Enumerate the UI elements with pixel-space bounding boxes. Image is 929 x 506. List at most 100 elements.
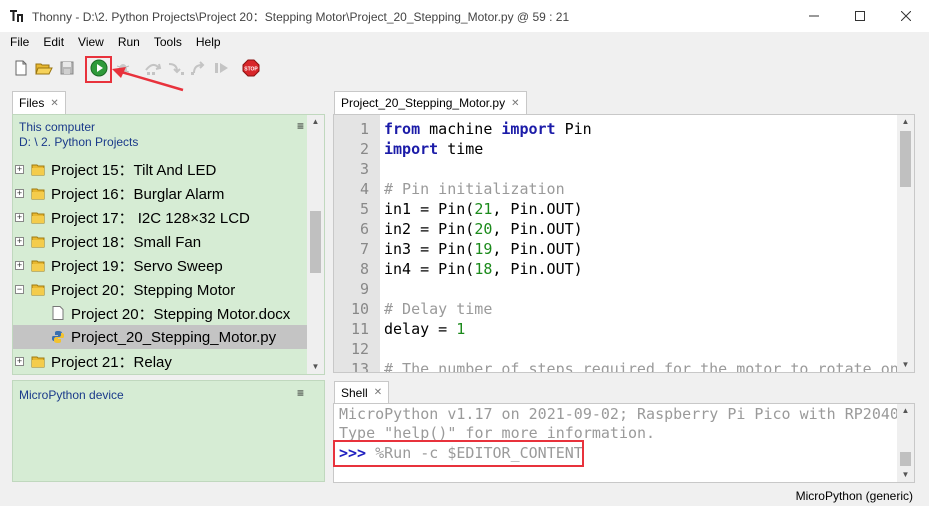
interpreter-label[interactable]: MicroPython (generic) (796, 489, 913, 503)
code-line[interactable]: in4 = Pin(18, Pin.OUT) (384, 259, 583, 279)
code-line[interactable]: # Delay time (384, 299, 492, 319)
save-button[interactable] (57, 58, 77, 78)
maximize-button[interactable] (837, 0, 883, 32)
tree-item[interactable]: + Project 21：Relay (13, 349, 309, 373)
tree-item[interactable]: Project 20：Stepping Motor.docx (13, 301, 309, 325)
line-number: 12 (350, 340, 369, 358)
code-token: Pin (555, 120, 592, 138)
shell-tab-label: Shell (341, 385, 368, 400)
expand-icon[interactable]: + (15, 236, 24, 246)
scroll-up-icon[interactable]: ▲ (897, 404, 914, 418)
expand-icon[interactable]: + (15, 164, 24, 174)
tab-files[interactable]: Files ✕ (12, 91, 66, 114)
scroll-down-icon[interactable]: ▼ (897, 468, 914, 482)
tree-item-label: Project 15：Tilt And LED (51, 161, 217, 179)
line-number: 7 (359, 240, 369, 258)
open-file-button[interactable] (34, 58, 54, 78)
new-file-icon (15, 60, 27, 76)
editor-scroll-thumb[interactable] (900, 131, 911, 187)
files-panel-menu-icon[interactable]: ≡ (297, 119, 304, 133)
tree-item[interactable]: + Project 17： I2C 128×32 LCD (13, 205, 309, 229)
tab-close-icon[interactable]: ✕ (50, 98, 58, 109)
open-file-icon (35, 63, 53, 75)
files-panel: This computer D: \ 2. Python Projects ≡ … (12, 114, 325, 375)
menu-edit[interactable]: Edit (38, 35, 69, 49)
folder-icon (31, 162, 45, 176)
code-token: in4 = Pin( (384, 260, 475, 278)
code-line[interactable]: # The number of steps required for the m… (384, 359, 899, 373)
location-path[interactable]: D: \ 2. Python Projects (19, 135, 138, 149)
tree-item[interactable]: − Project 20：Stepping Motor (13, 277, 309, 301)
tab-close-icon[interactable]: ✕ (511, 98, 519, 109)
code-token: 1 (456, 320, 466, 338)
code-token: in1 = Pin( (384, 200, 475, 218)
code-line[interactable]: delay = 1 (384, 319, 465, 339)
shell-command-highlight (333, 440, 584, 467)
collapse-icon[interactable]: − (15, 284, 24, 294)
tab-close-icon[interactable]: ✕ (374, 387, 382, 398)
code-token: import (384, 140, 439, 158)
tree-item[interactable]: Project_20_Stepping_Motor.py (13, 325, 309, 349)
menu-tools[interactable]: Tools (149, 35, 187, 49)
status-bar: MicroPython (generic) (0, 485, 929, 506)
tree-item[interactable]: + Project 18：Small Fan (13, 229, 309, 253)
scroll-up-icon[interactable]: ▲ (897, 115, 914, 129)
expand-icon[interactable]: + (15, 260, 24, 270)
editor-tab-label: Project_20_Stepping_Motor.py (341, 96, 506, 110)
minimize-button[interactable] (791, 0, 837, 32)
code-line[interactable]: from machine import Pin (384, 119, 592, 139)
document-icon (51, 306, 65, 320)
tree-item-label: Project 17： I2C 128×32 LCD (51, 209, 250, 227)
tree-item[interactable]: + Project 16：Burglar Alarm (13, 181, 309, 205)
tree-item-label: Project 20：Stepping Motor (51, 281, 236, 299)
stop-button[interactable]: STOP (241, 58, 261, 78)
shell-scrollbar[interactable]: ▲ ▼ (897, 404, 914, 482)
code-line[interactable]: import time (384, 139, 483, 159)
code-token: # The number of steps required for the m… (384, 360, 899, 373)
tree-item-label: Project 19：Servo Sweep (51, 257, 223, 275)
close-button[interactable] (883, 0, 929, 32)
files-tab-bar: Files ✕ (11, 90, 325, 114)
tree-item[interactable]: + Project 15：Tilt And LED (13, 157, 309, 181)
menu-help[interactable]: Help (191, 35, 226, 49)
step-out-button[interactable] (189, 58, 209, 78)
menu-file[interactable]: File (5, 35, 34, 49)
code-editor[interactable]: 1 from machine import Pin 2 import time 3 4 # … (333, 114, 915, 373)
tab-shell[interactable]: Shell ✕ (334, 381, 390, 403)
code-token: delay = (384, 320, 457, 338)
scroll-down-icon[interactable]: ▼ (307, 360, 324, 374)
editor-scrollbar[interactable]: ▲ ▼ (897, 115, 914, 372)
line-number: 8 (359, 260, 369, 278)
scroll-down-icon[interactable]: ▼ (897, 358, 914, 372)
expand-icon[interactable]: + (15, 356, 24, 366)
code-line[interactable]: # Pin initialization (384, 179, 565, 199)
device-panel-title: MicroPython device (19, 388, 124, 402)
title-bar: Thonny - D:\2. Python Projects\Project 2… (0, 0, 929, 32)
resume-button[interactable] (212, 58, 232, 78)
stop-icon-label: STOP (244, 67, 258, 73)
code-line[interactable]: in1 = Pin(21, Pin.OUT) (384, 199, 583, 219)
tree-item-label: Project_20_Stepping_Motor.py (71, 328, 277, 346)
new-file-button[interactable] (11, 58, 31, 78)
file-tree: + Project 15：Tilt And LED + Project 16：Burg… (13, 157, 309, 373)
tab-editor-file[interactable]: Project_20_Stepping_Motor.py ✕ (334, 91, 527, 114)
files-scrollbar[interactable]: ▲ ▼ (307, 115, 324, 374)
tree-item[interactable]: + Project 19：Servo Sweep (13, 253, 309, 277)
shell-scroll-thumb[interactable] (900, 452, 911, 466)
files-scroll-thumb[interactable] (310, 211, 321, 273)
line-number: 1 (359, 120, 369, 138)
folder-icon (31, 210, 45, 224)
menu-run[interactable]: Run (113, 35, 145, 49)
expand-icon[interactable]: + (15, 212, 24, 222)
thonny-logo-icon (9, 8, 25, 24)
code-line[interactable]: in3 = Pin(19, Pin.OUT) (384, 239, 583, 259)
scroll-up-icon[interactable]: ▲ (307, 115, 324, 129)
menu-view[interactable]: View (73, 35, 109, 49)
code-line[interactable]: in2 = Pin(20, Pin.OUT) (384, 219, 583, 239)
device-panel-menu-icon[interactable]: ≡ (297, 386, 304, 400)
menu-bar: File Edit View Run Tools Help (0, 32, 929, 52)
expand-icon[interactable]: + (15, 188, 24, 198)
folder-icon (31, 186, 45, 200)
code-token: # Delay time (384, 300, 493, 318)
folder-icon (31, 354, 45, 368)
